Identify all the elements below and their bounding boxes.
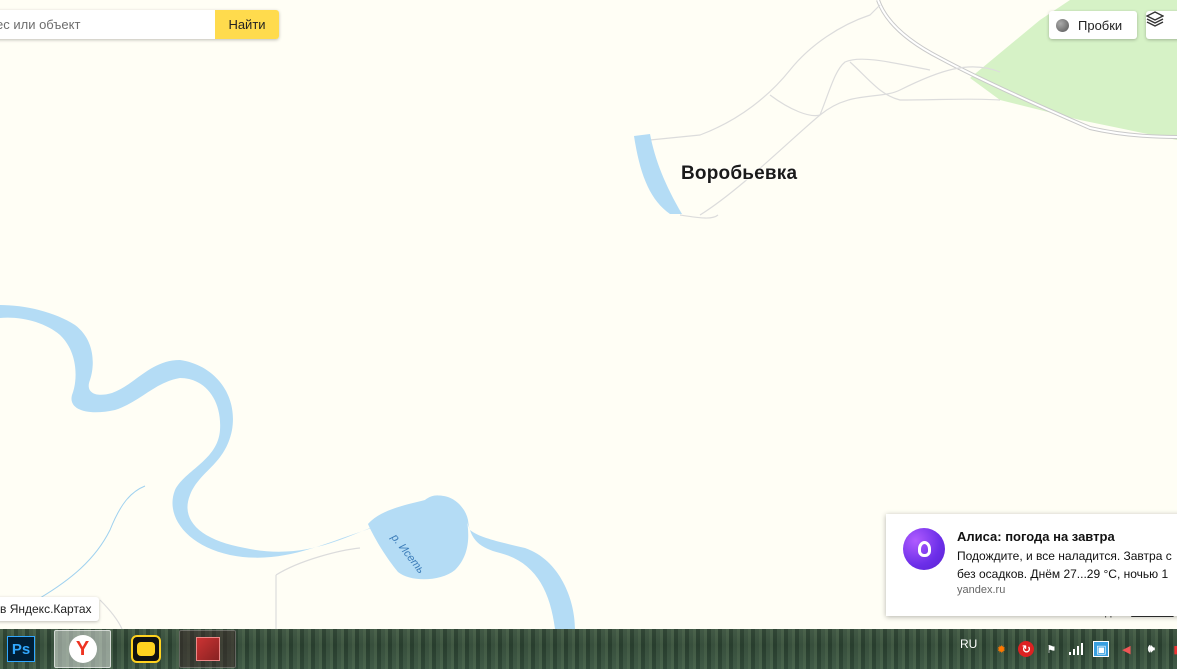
traffic-icon — [1056, 18, 1069, 32]
layers-button[interactable] — [1146, 11, 1177, 39]
place-label-vorobyevka[interactable]: Воробьевка — [681, 163, 797, 185]
notification-text-line2: без осадков. Днём 27...29 °C, ночью 1 — [957, 567, 1169, 581]
flag-icon[interactable]: ⚑ — [1043, 641, 1059, 657]
network-icon[interactable]: ▣ — [1093, 641, 1110, 657]
volume-icon[interactable]: 🕪 — [1143, 641, 1159, 657]
search-button[interactable]: Найти — [215, 10, 279, 39]
red-app-icon — [195, 637, 220, 661]
volume-muted-icon[interactable]: ◀ — [1118, 641, 1134, 657]
traffic-label: Пробки — [1078, 17, 1123, 33]
signal-icon[interactable] — [1068, 641, 1084, 657]
layers-icon — [1146, 11, 1164, 27]
sync-icon[interactable]: ↻ — [1018, 641, 1035, 657]
system-tray: RU ✹ ↻ ⚑ ▣ ◀ 🕪 ▮ — [960, 629, 1177, 669]
notification-text-line1: Подождите, и все наладится. Завтра с — [957, 549, 1172, 563]
search-bar: Найти — [0, 10, 279, 39]
taskbar-photoshop[interactable]: Ps — [2, 630, 40, 668]
taskbar-fox-app[interactable] — [118, 630, 174, 668]
traffic-button[interactable]: Пробки — [1049, 11, 1137, 39]
avast-icon[interactable]: ✹ — [993, 641, 1009, 657]
photoshop-icon: Ps — [7, 636, 35, 662]
alice-icon — [903, 528, 945, 570]
fox-app-icon — [131, 635, 161, 663]
open-in-yandex-maps-link[interactable]: в Яндекс.Картах — [0, 597, 99, 621]
notification-source: yandex.ru — [957, 584, 1006, 596]
battery-icon[interactable]: ▮ — [1168, 641, 1177, 657]
search-input[interactable] — [0, 10, 215, 39]
taskbar-yandex-browser[interactable]: Y — [54, 630, 111, 668]
yandex-browser-icon: Y — [68, 635, 97, 663]
river-iset — [0, 305, 575, 629]
alice-notification[interactable]: Алиса: погода на завтра Подождите, и все… — [886, 514, 1177, 616]
taskbar: Ps Y RU ✹ ↻ ⚑ ▣ ◀ 🕪 ▮ — [0, 629, 1177, 669]
lake — [634, 134, 682, 214]
notification-title: Алиса: погода на завтра — [957, 529, 1115, 544]
taskbar-red-app[interactable] — [179, 630, 236, 668]
language-indicator[interactable]: RU — [960, 637, 977, 651]
